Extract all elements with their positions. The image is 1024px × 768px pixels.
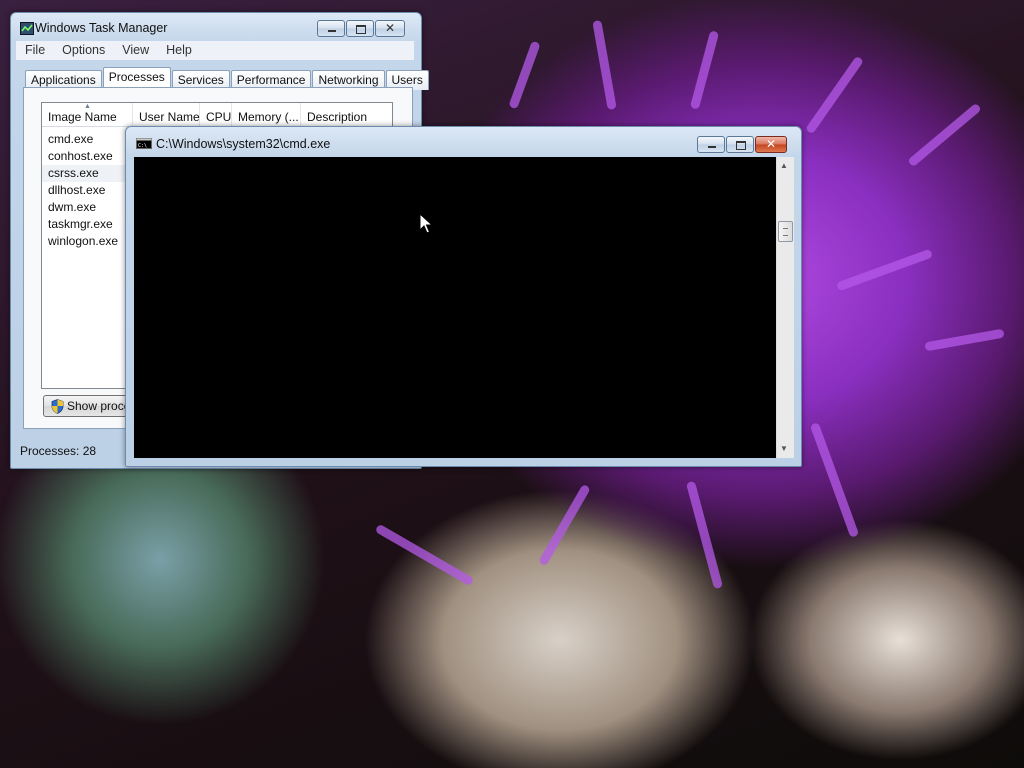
cmd-window[interactable]: C:\ C:\Windows\system32\cmd.exe ✕ ▲ ▼ [125,126,802,467]
caption-buttons: ✕ [316,20,405,37]
process-row[interactable]: dwm.exe [42,199,128,216]
process-row[interactable]: taskmgr.exe [42,216,128,233]
menu-help[interactable]: Help [157,41,200,60]
process-row[interactable]: winlogon.exe [42,233,128,250]
wallpaper-detail [835,248,934,292]
uac-shield-icon [51,399,64,414]
console-output[interactable] [134,157,776,458]
wallpaper-detail [805,55,864,135]
process-row[interactable]: conhost.exe [42,148,128,165]
mouse-pointer-icon [419,213,433,234]
minimize-icon [328,30,336,32]
svg-text:C:\: C:\ [138,143,147,149]
sort-ascending-icon: ▲ [84,103,91,110]
caption-buttons: ✕ [696,136,787,153]
maximize-button[interactable] [726,136,754,153]
wallpaper-detail [685,480,724,590]
scroll-down-icon[interactable]: ▼ [780,444,788,453]
maximize-icon [356,25,366,34]
scroll-up-icon[interactable]: ▲ [780,161,788,170]
close-button[interactable]: ✕ [375,20,405,37]
column-user-name[interactable]: User Name [133,103,200,126]
grip-icon [783,228,788,236]
process-row-selected[interactable]: csrss.exe [42,165,128,182]
minimize-icon [708,146,716,148]
wallpaper-detail [689,30,720,110]
wallpaper-detail [592,19,617,111]
menu-options[interactable]: Options [53,41,113,60]
column-description[interactable]: Description [301,103,392,126]
process-row[interactable]: dllhost.exe [42,182,128,199]
maximize-icon [736,141,746,150]
wallpaper-detail [508,40,541,110]
close-button[interactable]: ✕ [755,136,787,153]
minimize-button[interactable] [697,136,725,153]
process-row[interactable]: cmd.exe [42,131,128,148]
wallpaper-detail [374,523,475,587]
vertical-scrollbar[interactable]: ▲ ▼ [776,157,794,458]
window-title: C:\Windows\system32\cmd.exe [156,137,331,151]
column-image-name-label: Image Name [48,110,117,124]
close-icon: ✕ [766,137,777,151]
column-image-name[interactable]: ▲ Image Name [42,103,133,126]
maximize-button[interactable] [346,20,374,37]
menu-bar: File Options View Help [16,41,414,60]
close-icon: ✕ [385,21,396,35]
minimize-button[interactable] [317,20,345,37]
task-manager-icon [20,22,34,35]
status-process-count: Processes: 28 [20,444,97,458]
process-rows: cmd.exe conhost.exe csrss.exe dllhost.ex… [42,131,128,250]
window-title: Windows Task Manager [35,21,168,35]
wallpaper-detail [924,328,1005,352]
cmd-icon: C:\ [136,138,152,149]
wallpaper-detail [809,422,860,538]
column-headers: ▲ Image Name User Name CPU Memory (... D… [42,103,392,127]
wallpaper-detail [907,102,982,168]
scroll-thumb[interactable] [778,221,793,242]
menu-file[interactable]: File [16,41,53,60]
menu-view[interactable]: View [113,41,157,60]
wallpaper-detail [538,483,591,567]
column-cpu[interactable]: CPU [200,103,232,126]
column-memory[interactable]: Memory (... [232,103,301,126]
